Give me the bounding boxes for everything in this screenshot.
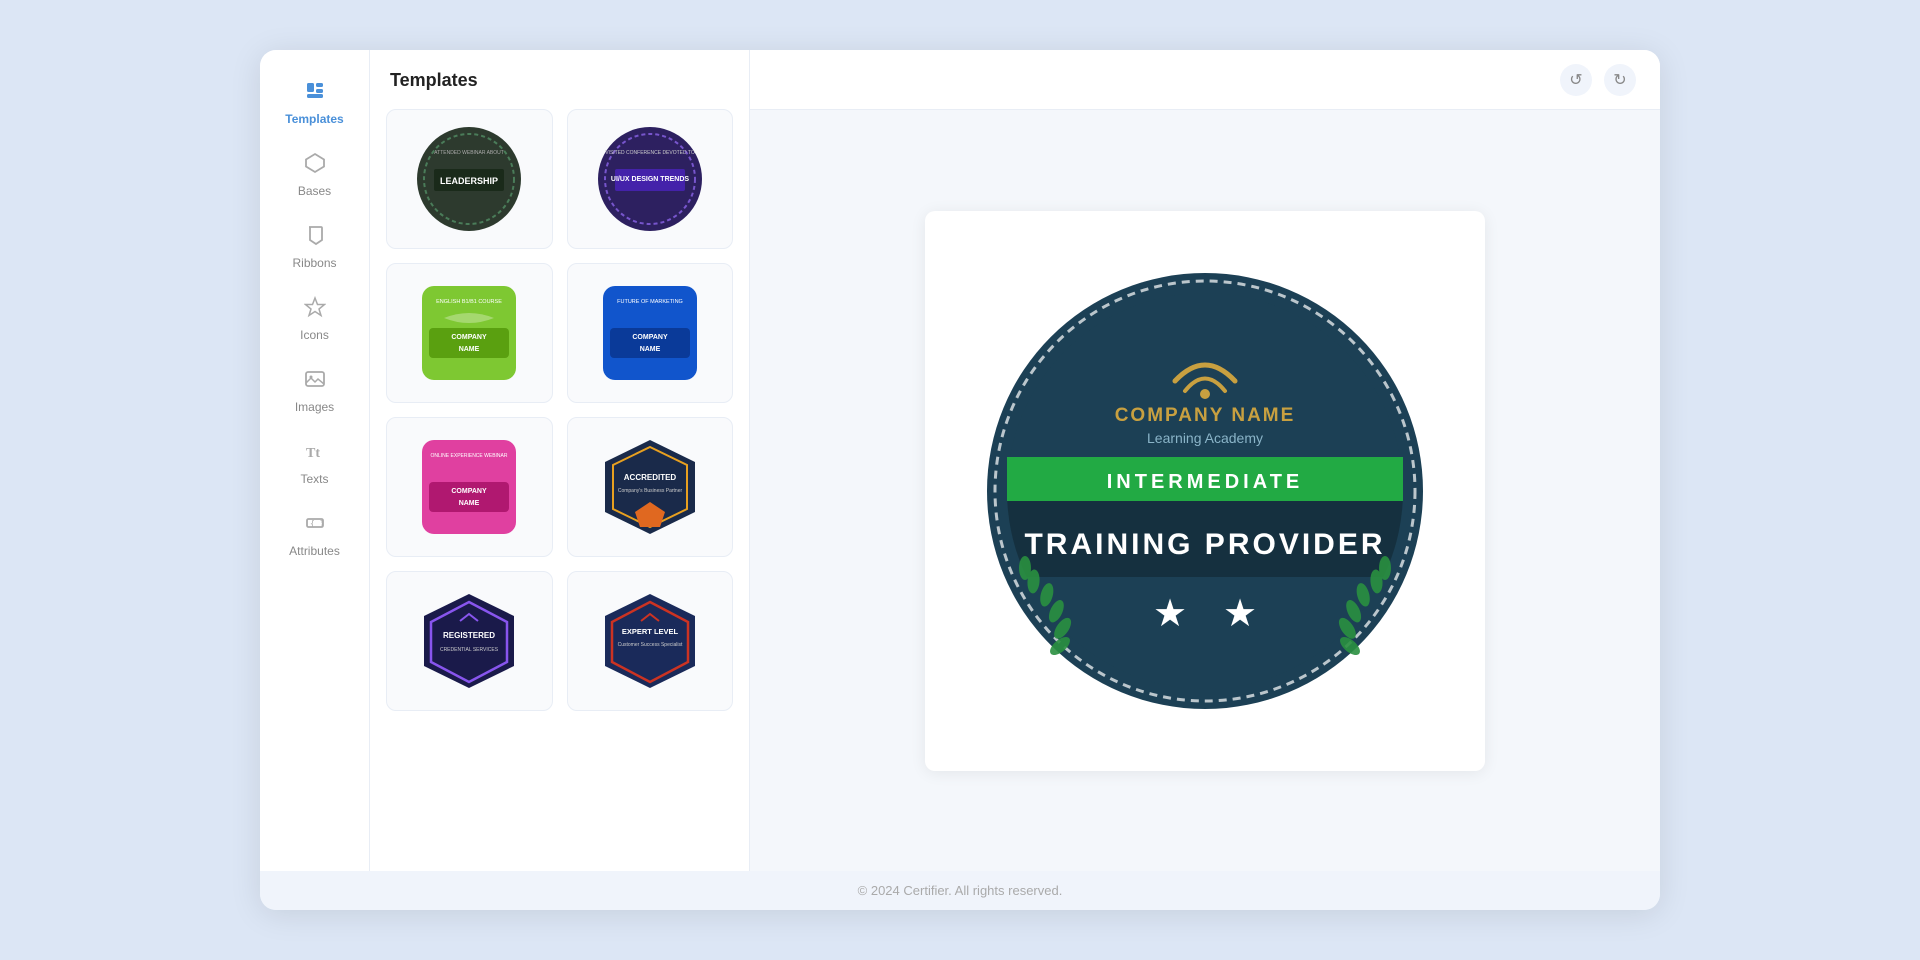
template-card-8[interactable]: EXPERT LEVEL Customer Success Specialist — [567, 571, 734, 711]
sidebar-label-attributes: Attributes — [289, 544, 340, 558]
svg-text:VISITED CONFERENCE DEVOTED TO: VISITED CONFERENCE DEVOTED TO — [605, 150, 695, 156]
sidebar: Templates Bases Ribbons — [260, 50, 370, 871]
svg-text:EXPERT LEVEL: EXPERT LEVEL — [622, 627, 679, 636]
texts-icon: Tt — [304, 440, 326, 468]
sidebar-label-templates: Templates — [285, 112, 343, 126]
template-card-7[interactable]: REGISTERED CREDENTIAL SERVICES — [386, 571, 553, 711]
svg-text:UI/UX DESIGN TRENDS: UI/UX DESIGN TRENDS — [611, 176, 690, 183]
svg-text:ENGLISH B1/B1 COURSE: ENGLISH B1/B1 COURSE — [436, 299, 502, 305]
svg-text:ACCREDITED: ACCREDITED — [624, 473, 677, 482]
sidebar-label-bases: Bases — [298, 184, 331, 198]
svg-text:CREDENTIAL SERVICES: CREDENTIAL SERVICES — [440, 647, 499, 653]
svg-text:REGISTERED: REGISTERED — [443, 631, 495, 640]
svg-text:LEADERSHIP: LEADERSHIP — [440, 176, 498, 186]
sidebar-item-attributes[interactable]: { } Attributes — [260, 498, 369, 568]
attributes-icon: { } — [304, 512, 326, 540]
template-card-6[interactable]: ACCREDITED Company's Business Partner — [567, 417, 734, 557]
svg-text:INTERMEDIATE: INTERMEDIATE — [1107, 471, 1304, 493]
sidebar-item-images[interactable]: Images — [260, 354, 369, 424]
sidebar-item-ribbons[interactable]: Ribbons — [260, 210, 369, 280]
preview-panel: ↺ ↻ — [750, 50, 1660, 871]
badge-preview-box: COMPANY NAME Learning Academy INTERMEDIA… — [925, 211, 1485, 771]
svg-text:COMPANY: COMPANY — [452, 488, 488, 495]
sidebar-label-images: Images — [295, 400, 334, 414]
preview-toolbar: ↺ ↻ — [750, 50, 1660, 110]
footer: © 2024 Certifier. All rights reserved. — [260, 871, 1660, 910]
icons-icon — [304, 296, 326, 324]
svg-text:★: ★ — [1223, 593, 1257, 635]
template-card-1[interactable]: LEADERSHIP ATTENDED WEBINAR ABOUT — [386, 109, 553, 249]
sidebar-label-texts: Texts — [300, 472, 328, 486]
sidebar-item-texts[interactable]: Tt Texts — [260, 426, 369, 496]
main-layout: Templates Bases Ribbons — [260, 50, 1660, 871]
svg-text:COMPANY: COMPANY — [452, 334, 488, 341]
sidebar-label-ribbons: Ribbons — [292, 256, 336, 270]
svg-text:Customer Success Specialist: Customer Success Specialist — [617, 642, 682, 648]
sidebar-item-templates[interactable]: Templates — [260, 66, 369, 136]
preview-canvas: COMPANY NAME Learning Academy INTERMEDIA… — [750, 110, 1660, 871]
svg-text:COMPANY NAME: COMPANY NAME — [1115, 405, 1296, 426]
template-grid: LEADERSHIP ATTENDED WEBINAR ABOUT UI/UX … — [386, 109, 733, 711]
redo-button[interactable]: ↻ — [1604, 64, 1636, 96]
svg-text:FUTURE OF MARKETING: FUTURE OF MARKETING — [617, 299, 683, 305]
svg-text:TRAINING PROVIDER: TRAINING PROVIDER — [1024, 528, 1385, 561]
svg-text:Company's Business Partner: Company's Business Partner — [618, 488, 683, 494]
svg-text:NAME: NAME — [459, 346, 480, 353]
svg-text:★: ★ — [1153, 593, 1187, 635]
svg-text:NAME: NAME — [639, 346, 660, 353]
template-card-3[interactable]: COMPANY NAME ENGLISH B1/B1 COURSE — [386, 263, 553, 403]
sidebar-label-icons: Icons — [300, 328, 329, 342]
redo-icon: ↻ — [1613, 70, 1626, 90]
badge-preview-svg: COMPANY NAME Learning Academy INTERMEDIA… — [975, 261, 1435, 721]
template-card-2[interactable]: UI/UX DESIGN TRENDS VISITED CONFERENCE D… — [567, 109, 734, 249]
bases-icon — [304, 152, 326, 180]
svg-text:{ }: { } — [310, 519, 324, 528]
svg-text:NAME: NAME — [459, 500, 480, 507]
footer-text: © 2024 Certifier. All rights reserved. — [858, 883, 1063, 898]
template-card-4[interactable]: COMPANY NAME FUTURE OF MARKETING — [567, 263, 734, 403]
app-container: Templates Bases Ribbons — [260, 50, 1660, 910]
template-card-5[interactable]: COMPANY NAME ONLINE EXPERIENCE WEBINAR — [386, 417, 553, 557]
svg-text:Learning Academy: Learning Academy — [1147, 430, 1263, 446]
images-icon — [304, 368, 326, 396]
templates-title: Templates — [386, 70, 733, 91]
svg-text:ONLINE EXPERIENCE WEBINAR: ONLINE EXPERIENCE WEBINAR — [431, 453, 508, 459]
sidebar-item-bases[interactable]: Bases — [260, 138, 369, 208]
sidebar-item-icons[interactable]: Icons — [260, 282, 369, 352]
templates-panel: Templates LEADERSHIP ATTENDED WEBINAR AB… — [370, 50, 750, 871]
svg-text:ATTENDED WEBINAR ABOUT: ATTENDED WEBINAR ABOUT — [434, 150, 504, 156]
templates-icon — [304, 80, 326, 108]
undo-button[interactable]: ↺ — [1560, 64, 1592, 96]
svg-text:Tt: Tt — [306, 446, 320, 461]
undo-icon: ↺ — [1569, 70, 1582, 90]
ribbons-icon — [304, 224, 326, 252]
svg-text:COMPANY: COMPANY — [632, 334, 668, 341]
